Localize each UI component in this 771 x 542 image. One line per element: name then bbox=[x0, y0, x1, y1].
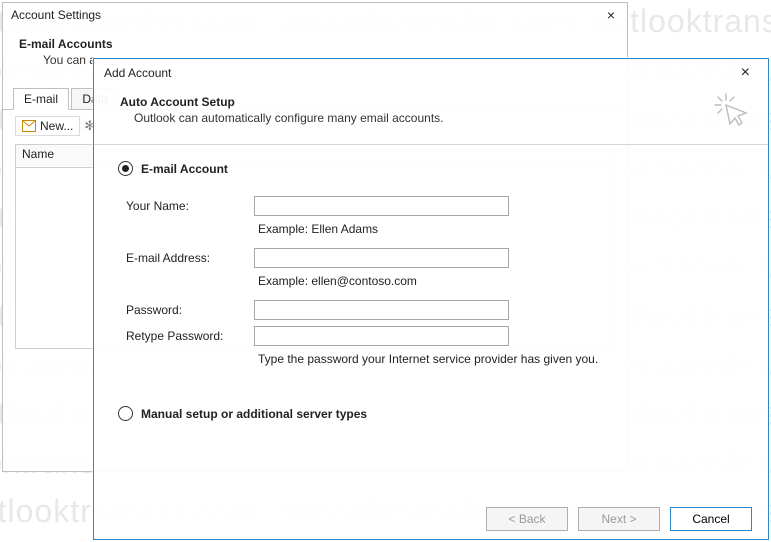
email-address-label: E-mail Address: bbox=[118, 251, 254, 265]
add-account-title: Add Account bbox=[104, 66, 171, 80]
close-icon[interactable]: × bbox=[731, 63, 760, 83]
manual-setup-radio-row[interactable]: Manual setup or additional server types bbox=[118, 406, 744, 421]
manual-setup-radio-label: Manual setup or additional server types bbox=[141, 407, 367, 421]
your-name-hint: Example: Ellen Adams bbox=[258, 222, 744, 236]
new-account-button[interactable]: New... bbox=[15, 116, 80, 136]
email-account-radio-label: E-mail Account bbox=[141, 162, 228, 176]
email-account-radio[interactable] bbox=[118, 161, 133, 176]
password-label: Password: bbox=[118, 303, 254, 317]
password-input[interactable] bbox=[254, 300, 509, 320]
email-account-radio-row[interactable]: E-mail Account bbox=[118, 161, 744, 176]
account-settings-titlebar: Account Settings × bbox=[3, 3, 627, 27]
your-name-label: Your Name: bbox=[118, 199, 254, 213]
add-account-titlebar: Add Account × bbox=[94, 59, 768, 87]
back-button[interactable]: < Back bbox=[486, 507, 568, 531]
auto-setup-heading: Auto Account Setup bbox=[120, 95, 444, 109]
retype-password-label: Retype Password: bbox=[118, 329, 254, 343]
add-account-header: Auto Account Setup Outlook can automatic… bbox=[94, 87, 768, 132]
email-address-input[interactable] bbox=[254, 248, 509, 268]
password-hint: Type the password your Internet service … bbox=[258, 352, 744, 366]
auto-setup-subheading: Outlook can automatically configure many… bbox=[134, 111, 444, 125]
wizard-footer: < Back Next > Cancel bbox=[94, 499, 768, 539]
add-account-body: E-mail Account Your Name: Example: Ellen… bbox=[94, 145, 768, 421]
retype-password-input[interactable] bbox=[254, 326, 509, 346]
email-address-hint: Example: ellen@contoso.com bbox=[258, 274, 744, 288]
email-accounts-heading: E-mail Accounts bbox=[19, 37, 611, 51]
manual-setup-radio[interactable] bbox=[118, 406, 133, 421]
close-icon[interactable]: × bbox=[601, 7, 621, 23]
next-button[interactable]: Next > bbox=[578, 507, 660, 531]
cancel-button[interactable]: Cancel bbox=[670, 507, 752, 531]
new-button-label: New... bbox=[40, 119, 73, 133]
tab-email[interactable]: E-mail bbox=[13, 88, 69, 110]
cursor-click-icon bbox=[712, 91, 750, 132]
account-settings-title: Account Settings bbox=[11, 8, 101, 22]
envelope-icon bbox=[22, 120, 36, 132]
add-account-dialog: Add Account × Auto Account Setup Outlook… bbox=[93, 58, 769, 540]
your-name-input[interactable] bbox=[254, 196, 509, 216]
